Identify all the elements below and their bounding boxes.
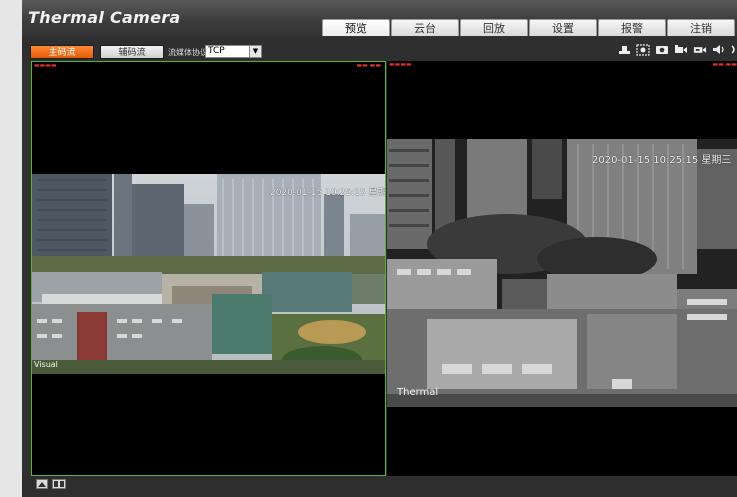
- tab-logout[interactable]: 注销: [667, 19, 735, 36]
- video-pane-visual[interactable]: ▬▬▬▬ ▬▬ ▬▬ 2020-01-15 10:25:15 星期三 Visua…: [31, 61, 386, 476]
- main-stream-button[interactable]: 主码流: [30, 45, 94, 59]
- tab-alarm[interactable]: 报警: [598, 19, 666, 36]
- app-logo: Thermal Camera: [28, 8, 181, 27]
- sub-stream-button[interactable]: 辅码流: [100, 45, 164, 59]
- tab-preview[interactable]: 预览: [322, 19, 390, 36]
- thermal-video-frame: 2020-01-15 10:25:15 星期三 Thermal: [387, 139, 737, 407]
- protocol-select[interactable]: TCP ▼: [205, 45, 262, 58]
- tab-ptz[interactable]: 云台: [391, 19, 459, 36]
- osd-timestamp: 2020-01-15 10:25:15 星期三: [592, 155, 732, 166]
- bottom-bar: [22, 476, 737, 497]
- zoom-icon[interactable]: [636, 43, 650, 56]
- layout-multi-icon[interactable]: [52, 479, 66, 489]
- video-record-icon[interactable]: [693, 43, 707, 56]
- record-icon[interactable]: [674, 43, 688, 56]
- snapshot-icon[interactable]: [655, 43, 669, 56]
- toolbar-icons: [617, 43, 737, 56]
- visual-scene-image: [32, 174, 385, 374]
- audio-icon[interactable]: [712, 43, 726, 56]
- tab-playback[interactable]: 回放: [460, 19, 528, 36]
- main-nav: 预览 云台 回放 设置 报警 注销: [322, 19, 736, 37]
- video-pane-thermal[interactable]: ▬▬▬▬ ▬▬ ▬▬ 2020-01-15 10:25:15 星期三 Therm…: [387, 61, 737, 476]
- osd-channel-name: Thermal: [397, 387, 439, 398]
- pane-info-right: ▬▬ ▬▬: [712, 61, 737, 68]
- capture-icon[interactable]: [617, 43, 631, 56]
- layout-single-icon[interactable]: [36, 479, 48, 489]
- protocol-label: 流媒体协议: [168, 48, 208, 57]
- more-icon[interactable]: [731, 43, 737, 56]
- header-bar: Thermal Camera 预览 云台 回放 设置 报警 注销: [22, 0, 737, 37]
- osd-timestamp: 2020-01-15 10:25:15 星期三: [270, 188, 385, 198]
- thermal-camera-web-client: Thermal Camera 预览 云台 回放 设置 报警 注销 主码流 辅码流…: [22, 0, 737, 497]
- preview-toolbar: 主码流 辅码流 流媒体协议 TCP ▼: [22, 37, 737, 61]
- pane-info-right: ▬▬ ▬▬: [356, 62, 381, 69]
- osd-channel-name: Visual: [34, 360, 58, 369]
- thermal-scene-image: [387, 139, 737, 407]
- chevron-down-icon: ▼: [249, 46, 261, 57]
- visual-video-frame: 2020-01-15 10:25:15 星期三 Visual: [32, 174, 385, 374]
- tab-settings[interactable]: 设置: [529, 19, 597, 36]
- pane-info-left: ▬▬▬▬: [34, 62, 57, 69]
- pane-info-left: ▬▬▬▬: [389, 61, 412, 68]
- protocol-value: TCP: [208, 46, 225, 56]
